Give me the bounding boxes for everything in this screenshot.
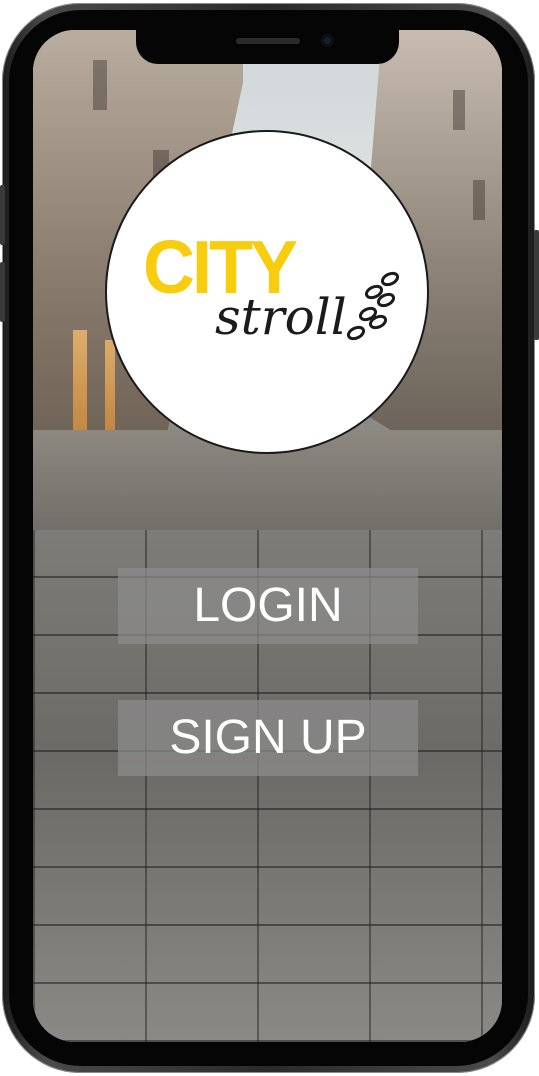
app-logo: CITY stroll [105,130,429,454]
footprints-icon [346,271,400,341]
logo-word-stroll: stroll [215,288,347,346]
volume-down-button [0,262,5,322]
phone-notch [136,30,399,64]
power-button [534,230,539,340]
front-camera-icon [321,34,334,47]
login-button[interactable]: LOGIN [118,568,418,644]
background-shop-light [73,330,87,440]
background-window [93,60,107,110]
background-window [453,90,465,130]
sign-up-button[interactable]: SIGN UP [118,700,418,776]
background-shop-light [105,340,115,435]
volume-up-button [0,185,5,245]
speaker-grille [236,38,300,44]
background-window [473,180,485,220]
app-screen: CITY stroll LOGIN SIGN UP [33,30,502,1042]
